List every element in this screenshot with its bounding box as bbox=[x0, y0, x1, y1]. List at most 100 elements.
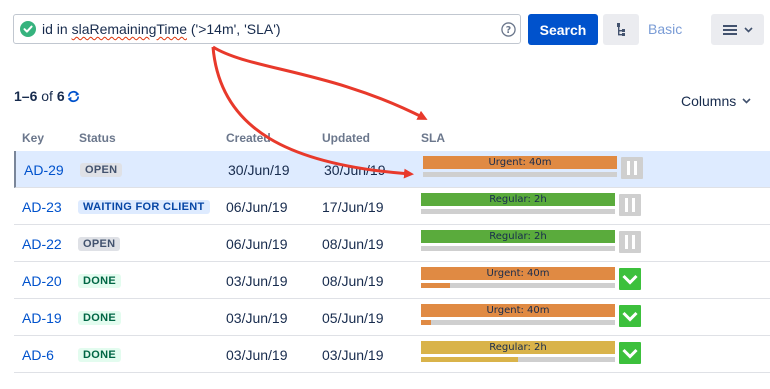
jql-query-input[interactable]: id in slaRemainingTime ('>14m', 'SLA') ? bbox=[13, 14, 521, 44]
updated-date: 03/Jun/19 bbox=[322, 346, 384, 363]
table-row[interactable]: AD-23 WAITING FOR CLIENT 06/Jun/19 17/Jun/1… bbox=[14, 188, 770, 225]
sla-progress-track bbox=[421, 357, 615, 362]
checkmark-icon bbox=[622, 311, 638, 322]
updated-date: 08/Jun/19 bbox=[322, 272, 384, 289]
updated-date: 30/Jun/19 bbox=[324, 161, 386, 178]
status-cell: WAITING FOR CLIENT bbox=[78, 188, 210, 225]
created-date: 30/Jun/19 bbox=[228, 161, 290, 178]
table-row[interactable]: AD-6 DONE 03/Jun/19 03/Jun/19 Regular: 2h bbox=[14, 336, 770, 373]
sla-met-indicator bbox=[619, 305, 641, 327]
jql-query-text: id in slaRemainingTime ('>14m', 'SLA') bbox=[42, 21, 281, 37]
list-icon bbox=[722, 24, 737, 35]
column-header-created[interactable]: Created bbox=[226, 131, 271, 145]
sla-paused-indicator bbox=[621, 157, 643, 179]
updated-date: 17/Jun/19 bbox=[322, 198, 384, 215]
svg-text:?: ? bbox=[506, 25, 511, 36]
sla-bar: Regular: 2h bbox=[421, 230, 615, 251]
table-row[interactable]: AD-22 OPEN 06/Jun/19 08/Jun/19 Regular: 2h bbox=[14, 225, 770, 262]
search-button[interactable]: Search bbox=[528, 14, 598, 45]
sla-progress-fill bbox=[421, 320, 431, 325]
results-total: 6 bbox=[56, 88, 65, 104]
columns-button[interactable]: Columns bbox=[681, 93, 751, 109]
status-badge: WAITING FOR CLIENT bbox=[78, 199, 210, 214]
refresh-icon[interactable] bbox=[66, 89, 81, 104]
created-date: 03/Jun/19 bbox=[226, 272, 288, 289]
hierarchy-icon bbox=[617, 22, 625, 36]
sla-label: Regular: 2h bbox=[421, 193, 615, 206]
created-date: 06/Jun/19 bbox=[226, 235, 288, 252]
status-badge: DONE bbox=[78, 347, 121, 362]
column-header-sla[interactable]: SLA bbox=[421, 131, 445, 145]
status-cell: OPEN bbox=[78, 225, 121, 262]
sla-progress-track bbox=[421, 320, 615, 325]
pause-icon bbox=[627, 161, 637, 175]
sla-label: Urgent: 40m bbox=[423, 156, 617, 169]
jql-function-name: slaRemainingTime bbox=[71, 21, 187, 37]
sla-bar: Urgent: 40m bbox=[421, 267, 615, 288]
sla-cell: Urgent: 40m bbox=[421, 299, 653, 336]
pause-icon bbox=[625, 235, 635, 249]
sla-cell: Regular: 2h bbox=[421, 336, 653, 373]
sla-label: Regular: 2h bbox=[421, 230, 615, 243]
checkmark-icon bbox=[622, 274, 638, 285]
sla-progress-track bbox=[423, 172, 617, 177]
status-cell: DONE bbox=[78, 299, 121, 336]
status-badge: OPEN bbox=[80, 162, 123, 177]
checkmark-icon bbox=[622, 348, 638, 359]
chevron-down-icon bbox=[743, 26, 753, 33]
sla-progress-track bbox=[421, 246, 615, 251]
sla-met-indicator bbox=[619, 268, 641, 290]
sla-bar: Regular: 2h bbox=[421, 193, 615, 214]
chevron-down-icon bbox=[742, 98, 751, 104]
help-icon[interactable]: ? bbox=[501, 22, 516, 37]
issue-key-link[interactable]: AD-22 bbox=[22, 225, 62, 262]
view-options-button[interactable] bbox=[711, 14, 764, 45]
sla-bar: Urgent: 40m bbox=[421, 304, 615, 325]
sla-met-indicator bbox=[619, 342, 641, 364]
status-badge: DONE bbox=[78, 310, 121, 325]
table-row[interactable]: AD-29 OPEN 30/Jun/19 30/Jun/19 Urgent: 40m bbox=[14, 151, 770, 188]
search-bar: id in slaRemainingTime ('>14m', 'SLA') ?… bbox=[0, 0, 770, 60]
sla-label: Urgent: 40m bbox=[421, 304, 615, 317]
created-date: 03/Jun/19 bbox=[226, 309, 288, 326]
status-cell: OPEN bbox=[80, 151, 123, 188]
created-date: 03/Jun/19 bbox=[226, 346, 288, 363]
updated-date: 08/Jun/19 bbox=[322, 235, 384, 252]
sla-bar: Regular: 2h bbox=[421, 341, 615, 362]
sla-label: Urgent: 40m bbox=[421, 267, 615, 280]
sla-cell: Urgent: 40m bbox=[421, 262, 653, 299]
sla-paused-indicator bbox=[619, 194, 641, 216]
table-row[interactable]: AD-20 DONE 03/Jun/19 08/Jun/19 Urgent: 40m bbox=[14, 262, 770, 299]
sla-cell: Regular: 2h bbox=[421, 188, 653, 225]
status-cell: DONE bbox=[78, 262, 121, 299]
issue-key-link[interactable]: AD-20 bbox=[22, 262, 62, 299]
issue-key-link[interactable]: AD-23 bbox=[22, 188, 62, 225]
sla-cell: Regular: 2h bbox=[421, 225, 653, 262]
issue-key-link[interactable]: AD-29 bbox=[24, 151, 64, 188]
updated-date: 05/Jun/19 bbox=[322, 309, 384, 326]
results-count: 1–6 of 6 bbox=[14, 88, 81, 104]
sla-paused-indicator bbox=[619, 231, 641, 253]
table-row[interactable]: AD-19 DONE 03/Jun/19 05/Jun/19 Urgent: 40m bbox=[14, 299, 770, 336]
column-header-updated[interactable]: Updated bbox=[322, 131, 370, 145]
issue-key-link[interactable]: AD-6 bbox=[22, 336, 54, 373]
sla-label: Regular: 2h bbox=[421, 341, 615, 354]
valid-query-icon bbox=[20, 21, 36, 37]
results-range: 1–6 bbox=[14, 88, 38, 104]
basic-mode-link[interactable]: Basic bbox=[648, 21, 682, 37]
sla-progress-fill bbox=[421, 357, 518, 362]
sla-progress-track bbox=[421, 283, 615, 288]
structure-query-button[interactable] bbox=[603, 14, 639, 45]
sla-bar: Urgent: 40m bbox=[423, 156, 617, 177]
status-badge: DONE bbox=[78, 273, 121, 288]
sla-cell: Urgent: 40m bbox=[423, 151, 655, 188]
pause-icon bbox=[625, 198, 635, 212]
created-date: 06/Jun/19 bbox=[226, 198, 288, 215]
column-header-status[interactable]: Status bbox=[79, 131, 116, 145]
column-header-key[interactable]: Key bbox=[22, 131, 44, 145]
sla-progress-fill bbox=[421, 283, 451, 288]
status-cell: DONE bbox=[78, 336, 121, 373]
issue-key-link[interactable]: AD-19 bbox=[22, 299, 62, 336]
status-badge: OPEN bbox=[78, 236, 121, 251]
sla-progress-track bbox=[421, 209, 615, 214]
